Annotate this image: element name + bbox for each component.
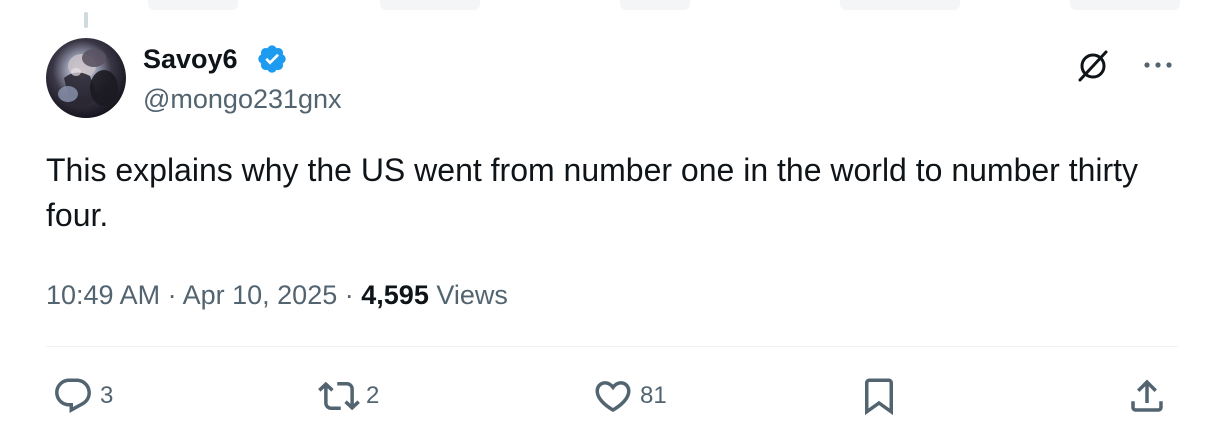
reply-button[interactable]: 3 <box>52 374 113 418</box>
share-button[interactable] <box>1126 374 1168 418</box>
previous-content-fragment <box>380 0 480 10</box>
previous-content-fragment <box>840 0 960 10</box>
previous-content-fragment <box>620 0 690 10</box>
previous-content-strip <box>0 0 1214 12</box>
tweet-detail: Savoy6 @mongo231gnx This explains why th… <box>0 0 1214 436</box>
tweet-meta: 10:49 AM · Apr 10, 2025 · 4,595 Views <box>46 278 508 312</box>
share-icon <box>1131 379 1163 412</box>
divider <box>46 346 1178 347</box>
views-count: 4,595 <box>361 280 429 310</box>
bookmark-button[interactable] <box>858 374 900 418</box>
bookmark-icon <box>865 378 893 416</box>
reply-count: 3 <box>100 382 114 409</box>
tweet-text: This explains why the US went from numbe… <box>46 152 1139 233</box>
previous-content-fragment <box>148 0 238 10</box>
reply-icon <box>55 378 91 413</box>
more-icon[interactable] <box>1140 52 1176 78</box>
tweet-date[interactable]: Apr 10, 2025 <box>183 280 338 310</box>
user-handle[interactable]: @mongo231gnx <box>143 82 342 116</box>
tweet-time[interactable]: 10:49 AM <box>46 280 160 310</box>
meta-separator: · <box>344 280 354 310</box>
like-count: 81 <box>640 382 667 409</box>
grok-icon[interactable] <box>1074 46 1114 86</box>
avatar[interactable] <box>46 38 126 118</box>
heart-icon <box>595 381 631 413</box>
like-button[interactable]: 81 <box>592 374 667 418</box>
display-name[interactable]: Savoy6 <box>143 42 238 76</box>
repost-button[interactable]: 2 <box>318 374 379 418</box>
views-label: Views <box>436 280 508 310</box>
verified-badge-icon[interactable] <box>256 43 288 75</box>
repost-icon <box>318 381 360 411</box>
previous-content-fragment <box>1070 0 1180 10</box>
thread-connector-line <box>84 12 88 28</box>
meta-separator: · <box>167 280 177 310</box>
repost-count: 2 <box>366 382 380 409</box>
